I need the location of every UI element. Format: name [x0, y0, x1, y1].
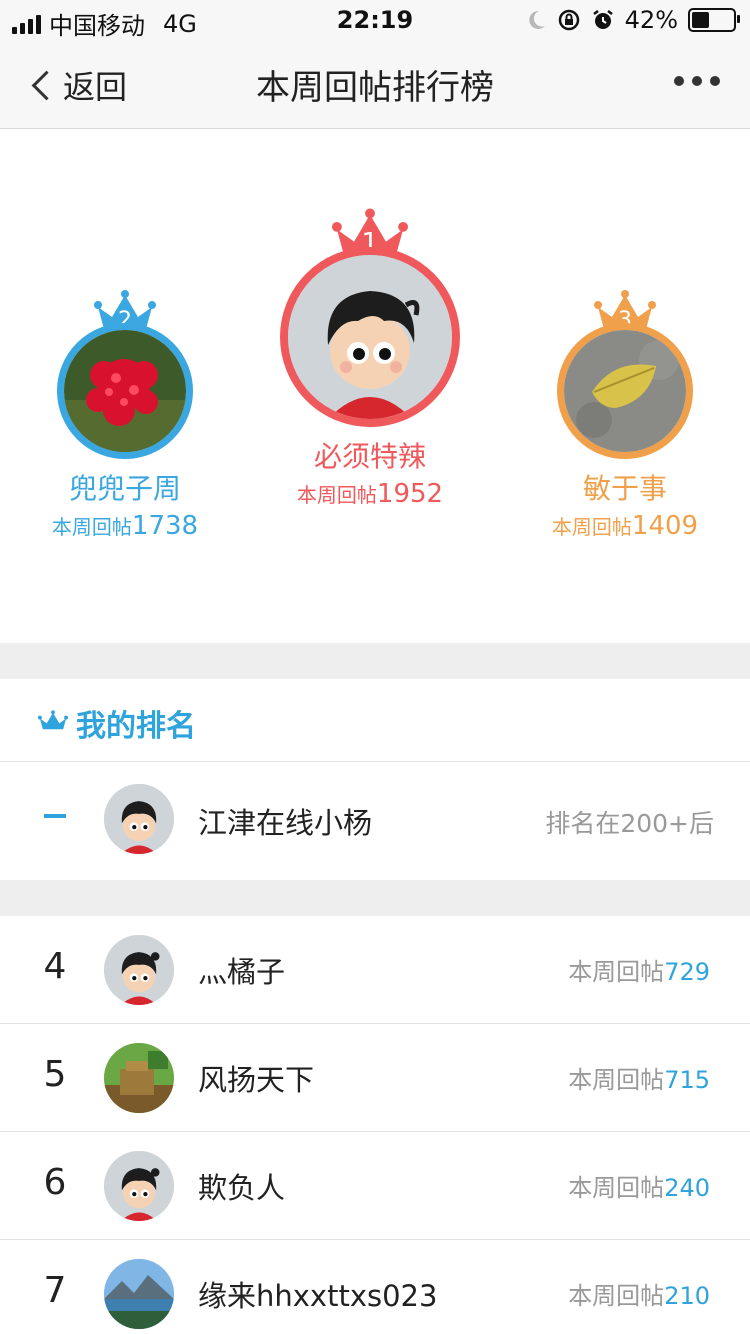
status-bar: 中国移动 4G 22:19 42%	[0, 0, 750, 40]
podium-third[interactable]: 3 敏于事 本周回帖1409	[530, 289, 720, 541]
avatar	[104, 1043, 174, 1113]
flower-avatar-image	[64, 330, 186, 452]
winner-stat: 本周回帖1738	[51, 511, 199, 541]
rank-number: 7	[43, 1270, 67, 1311]
winner-stat: 本周回帖1952	[296, 479, 444, 509]
podium: 2 兜兜子周 本周回帖1738 1 必须特辣 本周回帖1952 3 敏于事 本周…	[0, 129, 750, 643]
my-rank-header: 我的排名	[0, 679, 750, 762]
winner-name: 必须特辣	[313, 440, 426, 473]
my-rank-row[interactable]: 江津在线小杨 排名在200+后	[0, 762, 750, 880]
user-name: 灬橘子	[198, 955, 286, 989]
list-item[interactable]: 4 灬橘子 本周回帖729	[0, 916, 750, 1024]
alarm-icon	[592, 10, 613, 29]
avatar	[104, 935, 174, 1005]
user-name: 欺负人	[198, 1171, 286, 1205]
more-button[interactable]	[674, 76, 720, 86]
my-rank-text: 排名在200+后	[545, 809, 714, 838]
avatar	[57, 323, 193, 459]
my-rank-title: 我的排名	[76, 709, 196, 744]
page-title: 本周回帖排行榜	[256, 68, 494, 108]
avatar	[104, 1151, 174, 1221]
reply-count: 本周回帖715	[568, 1066, 710, 1094]
section-divider	[0, 643, 750, 679]
battery-percent: 42%	[624, 6, 678, 34]
avatar	[557, 323, 693, 459]
list-item[interactable]: 6 欺负人 本周回帖240	[0, 1132, 750, 1240]
status-right: 42%	[527, 6, 740, 34]
rank-placeholder-dash	[44, 814, 66, 818]
section-divider	[0, 880, 750, 916]
battery-icon	[688, 8, 740, 32]
avatar	[104, 784, 174, 854]
avatar	[280, 247, 460, 427]
cartoon-boy-avatar-image	[288, 255, 452, 419]
reply-count: 本周回帖210	[568, 1282, 710, 1310]
avatar	[104, 1259, 174, 1329]
winner-stat: 本周回帖1409	[551, 511, 699, 541]
nav-bar: 返回 本周回帖排行榜	[0, 40, 750, 129]
rank-number: 5	[43, 1054, 67, 1095]
winner-name: 兜兜子周	[68, 472, 181, 505]
reply-count: 本周回帖240	[568, 1174, 710, 1202]
leaf-avatar-image	[564, 330, 686, 452]
rank-number: 6	[43, 1162, 67, 1203]
moon-icon	[528, 10, 545, 29]
crown-icon	[38, 710, 68, 730]
list-item[interactable]: 5 风扬天下 本周回帖715	[0, 1024, 750, 1132]
more-dots-icon	[674, 76, 684, 86]
user-name: 风扬天下	[198, 1063, 315, 1097]
podium-first[interactable]: 1 必须特辣 本周回帖1952	[270, 207, 470, 509]
list-item[interactable]: 7 缘来hhxxttxs023 本周回帖210	[0, 1240, 750, 1334]
my-name: 江津在线小杨	[198, 806, 373, 840]
winner-name: 敏于事	[582, 472, 667, 505]
reply-count: 本周回帖729	[568, 958, 710, 986]
rank-number: 4	[43, 946, 67, 987]
podium-second[interactable]: 2 兜兜子周 本周回帖1738	[30, 289, 220, 541]
rotation-lock-icon	[558, 9, 579, 31]
user-name: 缘来hhxxttxs023	[198, 1279, 438, 1313]
